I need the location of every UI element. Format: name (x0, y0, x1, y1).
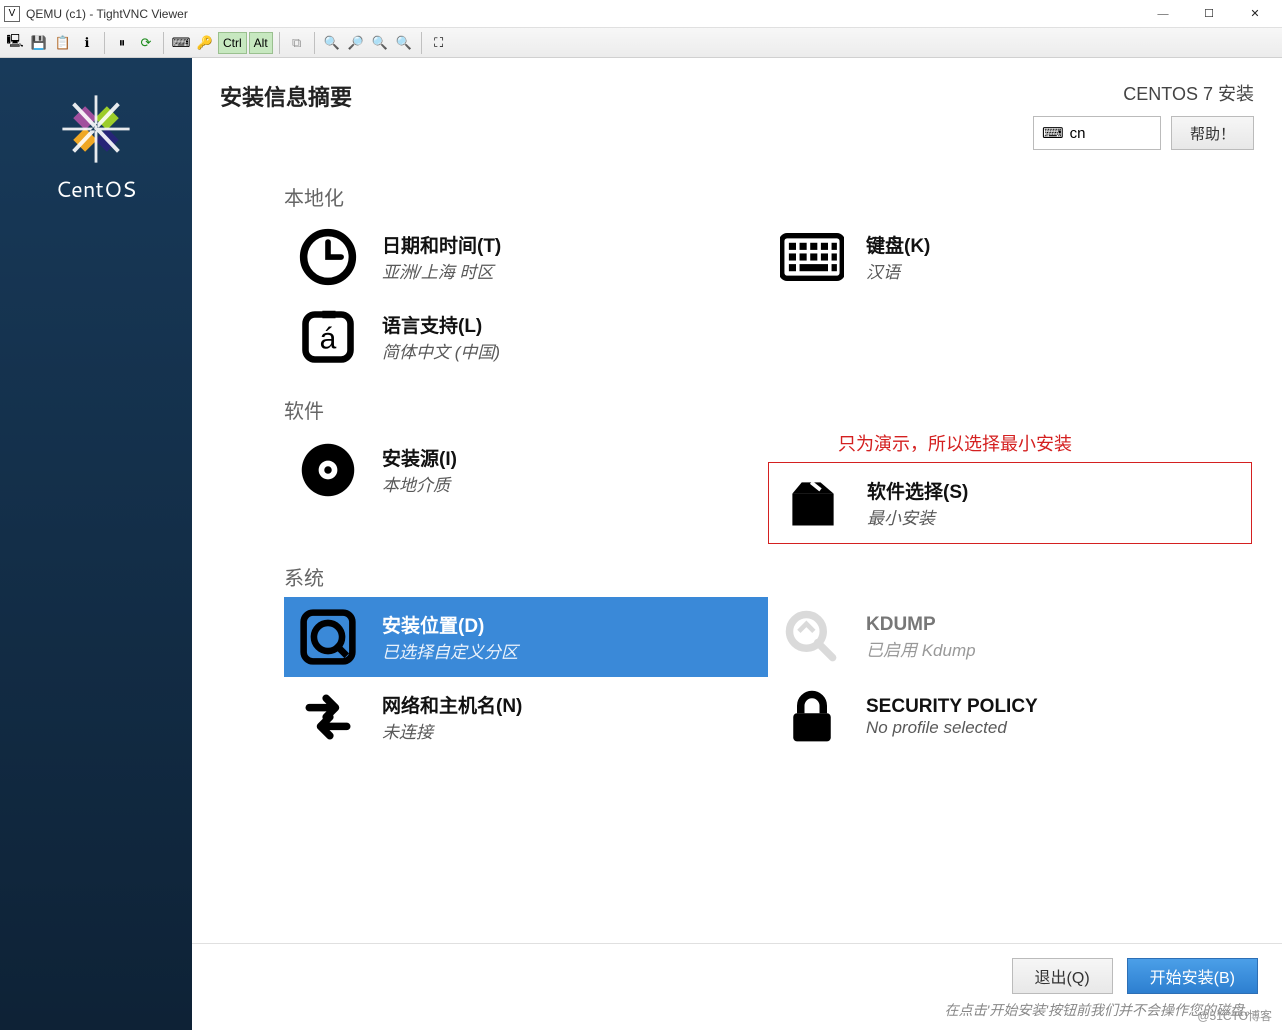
begin-install-button[interactable]: 开始安装(B) (1127, 958, 1258, 994)
copy-icon[interactable]: ⧉ (286, 32, 308, 54)
spoke-value: 简体中文 (中国) (382, 338, 500, 363)
keyboard-icon: ⌨ (1042, 124, 1064, 142)
send-keys-icon[interactable]: 🔑 (194, 32, 216, 54)
window-titlebar: V QEMU (c1) - TightVNC Viewer — ☐ ✕ (0, 0, 1282, 28)
spoke-value: 汉语 (866, 258, 930, 283)
spoke-datetime[interactable]: 日期和时间(T) 亚洲/上海 时区 (284, 217, 768, 297)
vnc-toolbar: 🖳 💾 📋 ℹ ⏸ ⟳ ⌨ 🔑 Ctrl Alt ⧉ 🔍 🔎 🔍 🔍 ⛶ (0, 28, 1282, 58)
pause-icon[interactable]: ⏸ (111, 32, 133, 54)
svg-text:á: á (320, 322, 337, 355)
send-cad-icon[interactable]: ⌨ (170, 32, 192, 54)
spoke-label: SECURITY POLICY (866, 696, 1038, 718)
product-name: CENTOS 7 安装 (1033, 80, 1254, 106)
help-button[interactable]: 帮助！ (1171, 116, 1254, 150)
language-code: cn (1070, 125, 1086, 142)
zoom-100-icon[interactable]: 🔍 (369, 32, 391, 54)
spoke-label: 软件选择(S) (867, 477, 968, 504)
spoke-software-selection[interactable]: 软件选择(S) 最小安装 (768, 462, 1252, 544)
spoke-label: 安装源(I) (382, 444, 457, 471)
close-button[interactable]: ✕ (1232, 0, 1278, 28)
package-icon (781, 471, 845, 535)
disk-icon (296, 605, 360, 669)
spoke-value: 未连接 (382, 718, 522, 743)
app-icon: V (4, 6, 20, 22)
installer-sidebar: CentOS (0, 58, 192, 1030)
window-title: QEMU (c1) - TightVNC Viewer (26, 7, 1140, 21)
spoke-security[interactable]: SECURITY POLICY No profile selected (768, 677, 1252, 757)
spoke-label: 键盘(K) (866, 231, 930, 258)
options-icon[interactable]: 📋 (52, 32, 74, 54)
spoke-language[interactable]: á 语言支持(L) 简体中文 (中国) (284, 297, 768, 377)
keyboard-large-icon (780, 225, 844, 289)
spoke-label: 日期和时间(T) (382, 231, 501, 258)
spoke-label: KDUMP (866, 614, 976, 636)
spoke-value: No profile selected (866, 718, 1038, 738)
zoom-in-icon[interactable]: 🔍 (321, 32, 343, 54)
language-selector[interactable]: ⌨ cn (1033, 116, 1161, 150)
zoom-out-icon[interactable]: 🔎 (345, 32, 367, 54)
spoke-source[interactable]: 安装源(I) 本地介质 (284, 430, 768, 510)
spoke-value: 本地介质 (382, 471, 457, 496)
page-title: 安装信息摘要 (220, 80, 1033, 112)
spoke-keyboard[interactable]: 键盘(K) 汉语 (768, 217, 1252, 297)
ctrl-toggle[interactable]: Ctrl (218, 32, 247, 54)
magnifier-icon (780, 605, 844, 669)
spoke-value: 已选择自定义分区 (382, 638, 518, 663)
footer-hint: 在点击'开始安装'按钮前我们并不会操作您的磁盘。 (945, 1000, 1258, 1020)
spoke-label: 安装位置(D) (382, 611, 518, 638)
spoke-label: 网络和主机名(N) (382, 691, 522, 718)
spoke-label: 语言支持(L) (382, 311, 500, 338)
network-icon (296, 685, 360, 749)
section-system-title: 系统 (284, 562, 1252, 591)
centos-logo-text: CentOS (55, 174, 136, 205)
minimize-button[interactable]: — (1140, 0, 1186, 28)
maximize-button[interactable]: ☐ (1186, 0, 1232, 28)
fullscreen-icon[interactable]: ⛶ (428, 32, 450, 54)
spoke-value: 最小安装 (867, 504, 968, 529)
quit-button[interactable]: 退出(Q) (1012, 958, 1113, 994)
zoom-auto-icon[interactable]: 🔍 (393, 32, 415, 54)
clock-icon (296, 225, 360, 289)
spoke-value: 已启用 Kdump (866, 636, 976, 661)
section-localization-title: 本地化 (284, 182, 1252, 211)
lock-icon (780, 685, 844, 749)
disc-icon (296, 438, 360, 502)
spoke-network[interactable]: 网络和主机名(N) 未连接 (284, 677, 768, 757)
spoke-value: 亚洲/上海 时区 (382, 258, 501, 283)
alt-toggle[interactable]: Alt (249, 32, 273, 54)
centos-logo-icon (61, 94, 131, 164)
section-software-title: 软件 (284, 395, 1252, 424)
save-icon[interactable]: 💾 (28, 32, 50, 54)
spoke-kdump[interactable]: KDUMP 已启用 Kdump (768, 597, 1252, 677)
info-icon[interactable]: ℹ (76, 32, 98, 54)
new-connection-icon[interactable]: 🖳 (4, 32, 26, 54)
annotation-demo-note: 只为演示，所以选择最小安装 (838, 430, 1252, 456)
spoke-destination[interactable]: 安装位置(D) 已选择自定义分区 (284, 597, 768, 677)
refresh-icon[interactable]: ⟳ (135, 32, 157, 54)
language-icon: á (296, 305, 360, 369)
